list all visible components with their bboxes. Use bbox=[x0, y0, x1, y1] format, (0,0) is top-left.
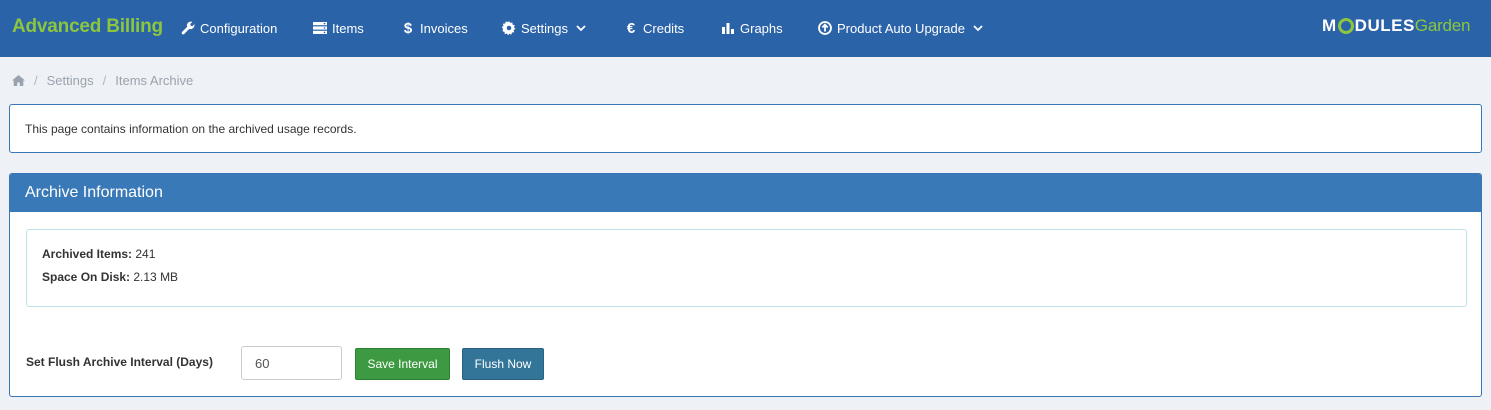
nav-settings-label: Settings bbox=[521, 20, 568, 36]
flush-interval-input[interactable] bbox=[241, 346, 342, 380]
nav-product-auto-upgrade-label: Product Auto Upgrade bbox=[837, 20, 965, 36]
archived-items-label: Archived Items: bbox=[42, 247, 133, 261]
space-on-disk-label: Space On Disk: bbox=[42, 270, 131, 284]
nav-items-label: Items bbox=[332, 20, 364, 36]
home-icon[interactable] bbox=[12, 74, 25, 86]
nav-graphs-label: Graphs bbox=[740, 20, 783, 36]
app-title[interactable]: Advanced Billing bbox=[12, 16, 163, 38]
panel-title: Archive Information bbox=[10, 174, 1481, 212]
archived-items-row: Archived Items: 241 bbox=[42, 243, 1451, 266]
nav-configuration[interactable]: Configuration bbox=[180, 18, 277, 38]
nav-credits-label: Credits bbox=[643, 20, 685, 36]
archive-information-panel: Archive Information Archived Items: 241 … bbox=[9, 173, 1482, 397]
nav-credits[interactable]: € Credits bbox=[623, 18, 684, 38]
bar-chart-icon bbox=[720, 20, 736, 36]
breadcrumb-separator: / bbox=[102, 72, 107, 88]
arrow-circle-up-icon bbox=[817, 20, 833, 36]
nav-graphs[interactable]: Graphs bbox=[720, 18, 783, 38]
gear-icon bbox=[501, 20, 517, 36]
chevron-down-icon bbox=[576, 24, 586, 32]
logo-globe-icon bbox=[1337, 18, 1354, 34]
nav-configuration-label: Configuration bbox=[200, 20, 278, 36]
top-navbar: Advanced Billing Configuration Items $ I… bbox=[0, 0, 1491, 57]
flush-interval-label: Set Flush Archive Interval (Days) bbox=[26, 355, 213, 369]
archived-items-value: 241 bbox=[135, 247, 156, 261]
breadcrumb-items-archive: Items Archive bbox=[115, 72, 194, 88]
breadcrumb: / Settings / Items Archive bbox=[12, 72, 193, 88]
info-box: This page contains information on the ar… bbox=[9, 104, 1482, 153]
breadcrumb-settings[interactable]: Settings bbox=[47, 73, 94, 88]
breadcrumb-separator: / bbox=[34, 72, 38, 88]
flush-now-button[interactable]: Flush Now bbox=[462, 348, 544, 380]
nav-settings[interactable]: Settings bbox=[501, 18, 586, 38]
nav-invoices[interactable]: $ Invoices bbox=[400, 18, 468, 38]
save-interval-button[interactable]: Save Interval bbox=[355, 348, 450, 380]
server-icon bbox=[312, 20, 328, 36]
archive-stats-box: Archived Items: 241 Space On Disk: 2.13 … bbox=[26, 229, 1467, 307]
space-on-disk-row: Space On Disk: 2.13 MB bbox=[42, 266, 1451, 289]
wrench-icon bbox=[180, 20, 196, 36]
nav-invoices-label: Invoices bbox=[420, 20, 468, 36]
nav-items[interactable]: Items bbox=[312, 18, 364, 38]
modulesgarden-logo[interactable]: M DULES Garden bbox=[1322, 16, 1471, 36]
info-text: This page contains information on the ar… bbox=[25, 122, 357, 136]
chevron-down-icon bbox=[973, 24, 983, 32]
euro-icon: € bbox=[626, 19, 636, 37]
nav-product-auto-upgrade[interactable]: Product Auto Upgrade bbox=[817, 18, 983, 38]
dollar-icon: $ bbox=[403, 19, 413, 37]
space-on-disk-value: 2.13 MB bbox=[133, 270, 179, 284]
